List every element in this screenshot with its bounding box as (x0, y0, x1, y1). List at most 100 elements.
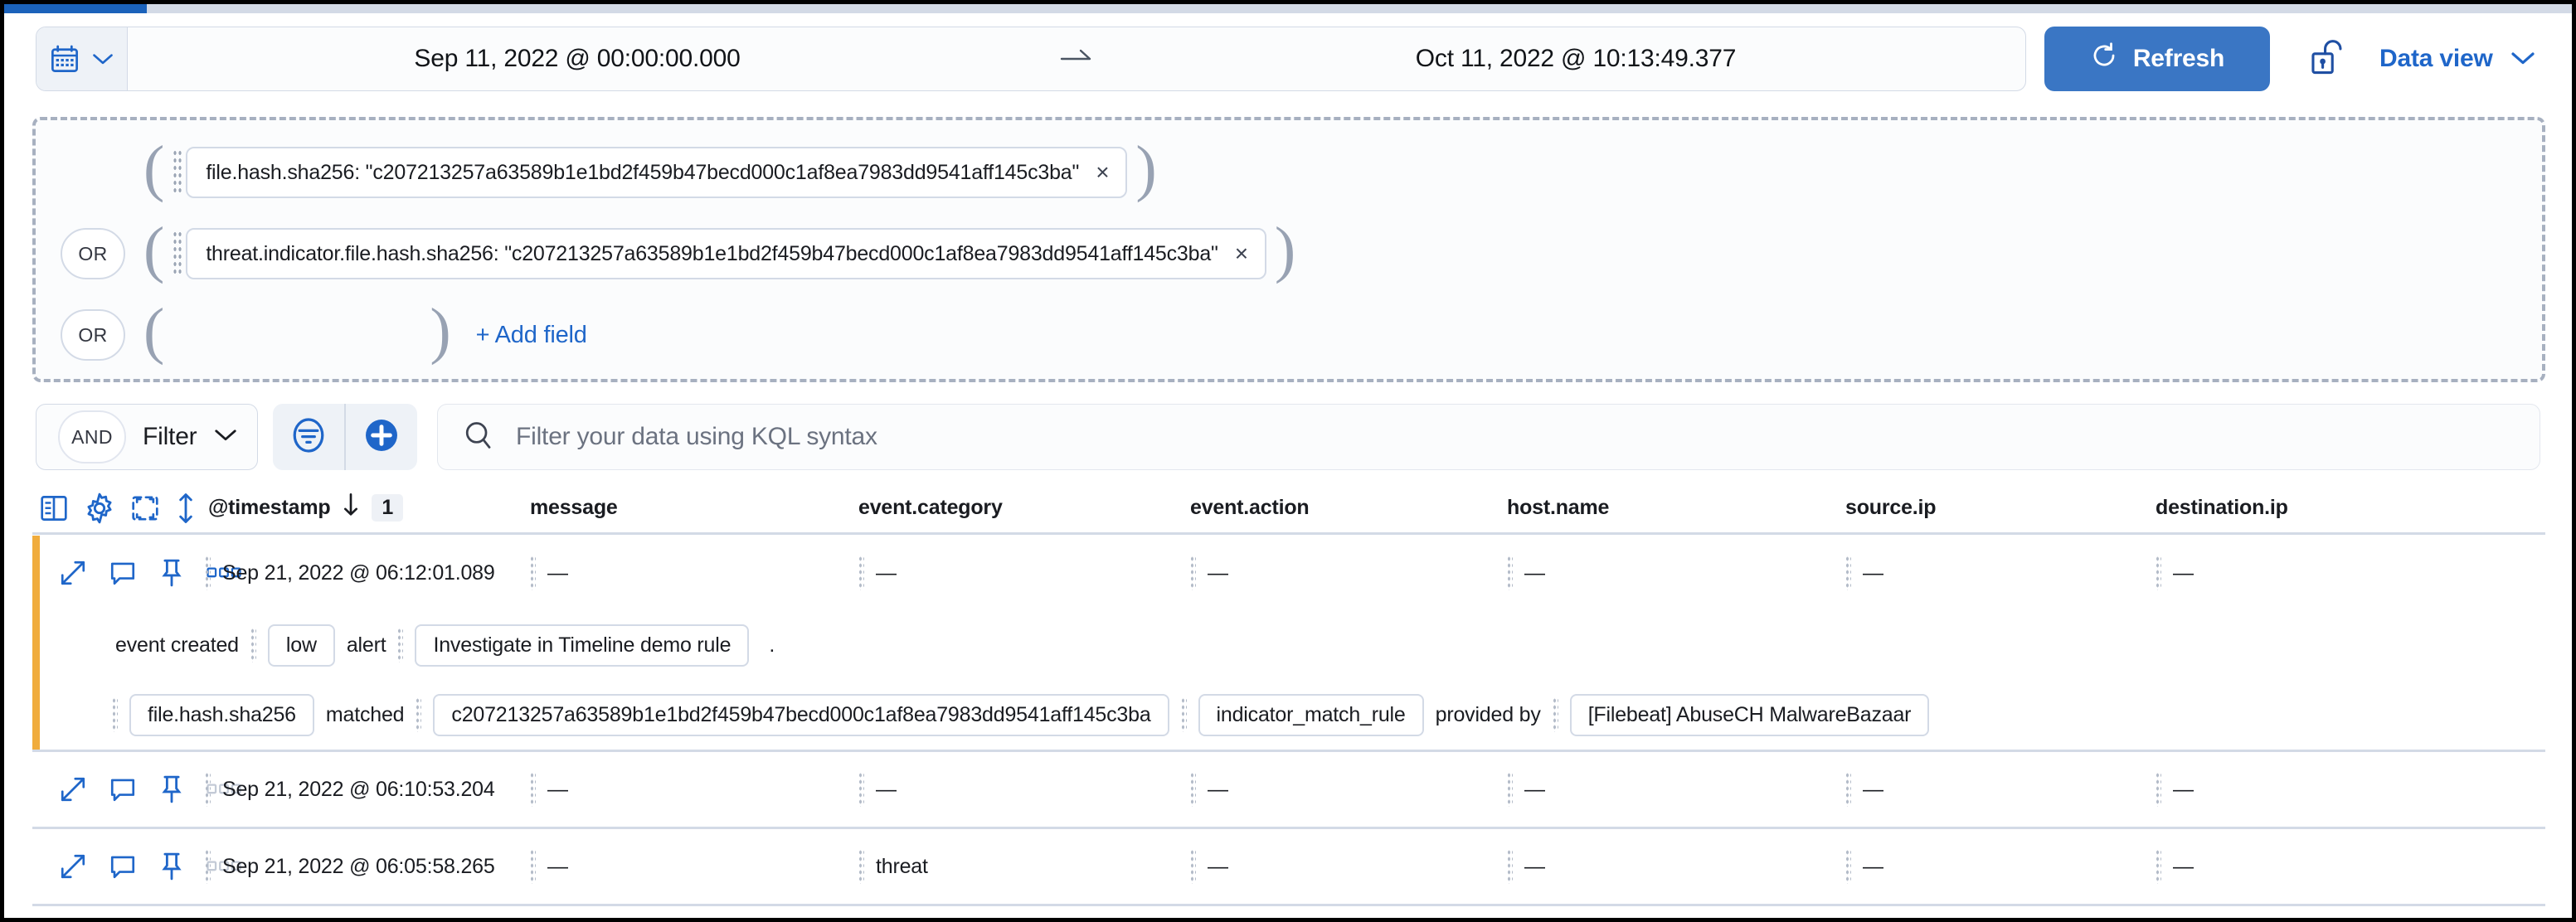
row-actions (32, 852, 195, 881)
cell-value: Sep 21, 2022 @ 06:05:58.265 (222, 855, 495, 879)
column-header-source-ip[interactable]: source.ip (1845, 496, 2156, 520)
column-label: @timestamp (208, 496, 330, 520)
cell-divider (1845, 772, 1851, 807)
cell-divider (530, 556, 536, 590)
active-tab-indicator (4, 4, 147, 13)
data-grid-body: Sep 21, 2022 @ 06:12:01.089 — — — — (32, 536, 2545, 906)
expand-icon[interactable] (59, 775, 87, 803)
provider-chip[interactable]: [Filebeat] AbuseCH MalwareBazaar (1570, 694, 1930, 736)
filter-builder-row: OR ( threat.indicator.file.hash.sha256: … (36, 213, 2542, 294)
column-header-message[interactable]: message (530, 496, 858, 520)
pin-icon[interactable] (158, 774, 185, 804)
unlock-icon (2309, 39, 2345, 80)
cell-value: — (1863, 855, 1883, 879)
date-quick-select-button[interactable] (36, 27, 128, 90)
cell-value: — (2173, 561, 2194, 585)
table-row-main: Sep 21, 2022 @ 06:05:58.265 — threat — — (32, 829, 2545, 904)
pin-icon[interactable] (158, 852, 185, 881)
refresh-button[interactable]: Refresh (2044, 27, 2270, 91)
cell-divider (2156, 849, 2161, 884)
and-connector-badge: AND (58, 410, 126, 463)
detail-divider (112, 697, 118, 732)
or-connector-badge[interactable]: OR (61, 309, 125, 361)
cell-divider (2156, 556, 2161, 590)
comment-icon[interactable] (109, 852, 137, 881)
column-header-destination-ip[interactable]: destination.ip (2156, 496, 2404, 520)
comment-icon[interactable] (109, 775, 137, 803)
chevron-down-icon (2510, 45, 2536, 73)
date-range-end[interactable]: Oct 11, 2022 @ 10:13:49.377 (1126, 27, 2025, 90)
rule-name-chip[interactable]: Investigate in Timeline demo rule (415, 624, 749, 667)
column-header-event-action[interactable]: event.action (1190, 496, 1507, 520)
chevron-down-icon (91, 51, 114, 66)
close-paren: ) (1275, 225, 1295, 284)
cell-value: Sep 21, 2022 @ 06:12:01.089 (222, 561, 495, 585)
expand-icon[interactable] (59, 852, 87, 881)
cell-divider (1190, 772, 1196, 807)
cell-event-category: — (858, 772, 1190, 807)
date-range-start[interactable]: Sep 11, 2022 @ 00:00:00.000 (128, 27, 1027, 90)
query-bar-row: AND Filter (36, 400, 2540, 473)
cell-source-ip: — (1845, 849, 2156, 884)
add-field-button[interactable]: + Add field (476, 322, 587, 349)
expand-icon[interactable] (59, 559, 87, 587)
filter-actions-group (273, 404, 417, 470)
cell-value: Sep 21, 2022 @ 06:10:53.204 (222, 778, 495, 802)
filter-builder-row: OR ( ) + Add field (36, 294, 2542, 376)
close-paren: ) (430, 306, 450, 365)
filter-builder-row: ( file.hash.sha256: "c207213257a63589b1e… (36, 132, 2542, 213)
cell-value: — (876, 561, 897, 585)
match-field-chip[interactable]: file.hash.sha256 (129, 694, 314, 736)
cell-value: — (547, 855, 568, 879)
cell-divider (1507, 556, 1513, 590)
cell-divider (530, 849, 536, 884)
cell-value: — (547, 561, 568, 585)
columns-icon[interactable] (39, 493, 69, 524)
filter-dropdown-button[interactable]: AND Filter (36, 404, 258, 470)
comment-icon[interactable] (109, 559, 137, 587)
data-view-selector[interactable]: Data view (2379, 45, 2536, 73)
close-icon[interactable]: × (1096, 161, 1109, 184)
open-paren: ( (143, 225, 164, 284)
cell-divider (1190, 556, 1196, 590)
cell-source-ip: — (1845, 556, 2156, 590)
cell-divider (858, 849, 864, 884)
saved-query-button[interactable] (273, 404, 344, 470)
drag-handle-icon[interactable] (173, 230, 182, 277)
row-height-icon[interactable] (175, 492, 197, 525)
cell-destination-ip: — (2156, 772, 2404, 807)
add-filter-button[interactable] (346, 404, 417, 470)
cell-value: — (1524, 855, 1545, 879)
fullscreen-icon[interactable] (130, 493, 160, 524)
detail-divider (397, 628, 403, 662)
column-header-timestamp[interactable]: @timestamp 1 (195, 493, 530, 523)
cell-value: — (2173, 778, 2194, 802)
row-actions (32, 558, 195, 588)
rule-type-chip[interactable]: indicator_match_rule (1198, 694, 1424, 736)
pin-icon[interactable] (158, 558, 185, 588)
cell-value: — (1208, 855, 1228, 879)
cell-divider (1845, 849, 1851, 884)
cell-divider (1845, 556, 1851, 590)
severity-chip[interactable]: low (268, 624, 335, 667)
cell-timestamp: Sep 21, 2022 @ 06:12:01.089 (195, 556, 530, 590)
table-row-main: Sep 21, 2022 @ 06:10:53.204 — — — — (32, 752, 2545, 827)
or-connector-badge[interactable]: OR (61, 228, 125, 279)
cell-message: — (530, 556, 858, 590)
cell-value: — (876, 778, 897, 802)
drag-handle-icon[interactable] (173, 149, 182, 196)
column-header-event-category[interactable]: event.category (858, 496, 1190, 520)
calendar-icon (50, 43, 80, 75)
row-detail-line: event created low alert Investigate in T… (32, 610, 2545, 680)
cell-value: — (1524, 561, 1545, 585)
match-value-chip[interactable]: c207213257a63589b1e1bd2f459b47becd000c1a… (433, 694, 1169, 736)
filter-field-pill[interactable]: file.hash.sha256: "c207213257a63589b1e1b… (186, 147, 1127, 198)
unlock-button[interactable] (2298, 30, 2356, 88)
cell-timestamp: Sep 21, 2022 @ 06:05:58.265 (195, 849, 530, 884)
gear-icon[interactable] (84, 493, 115, 524)
filter-field-text: file.hash.sha256: "c207213257a63589b1e1b… (206, 161, 1079, 185)
filter-field-pill[interactable]: threat.indicator.file.hash.sha256: "c207… (186, 228, 1266, 279)
kql-search-box[interactable]: Filter your data using KQL syntax (437, 404, 2540, 470)
column-header-host-name[interactable]: host.name (1507, 496, 1845, 520)
close-icon[interactable]: × (1235, 242, 1248, 265)
